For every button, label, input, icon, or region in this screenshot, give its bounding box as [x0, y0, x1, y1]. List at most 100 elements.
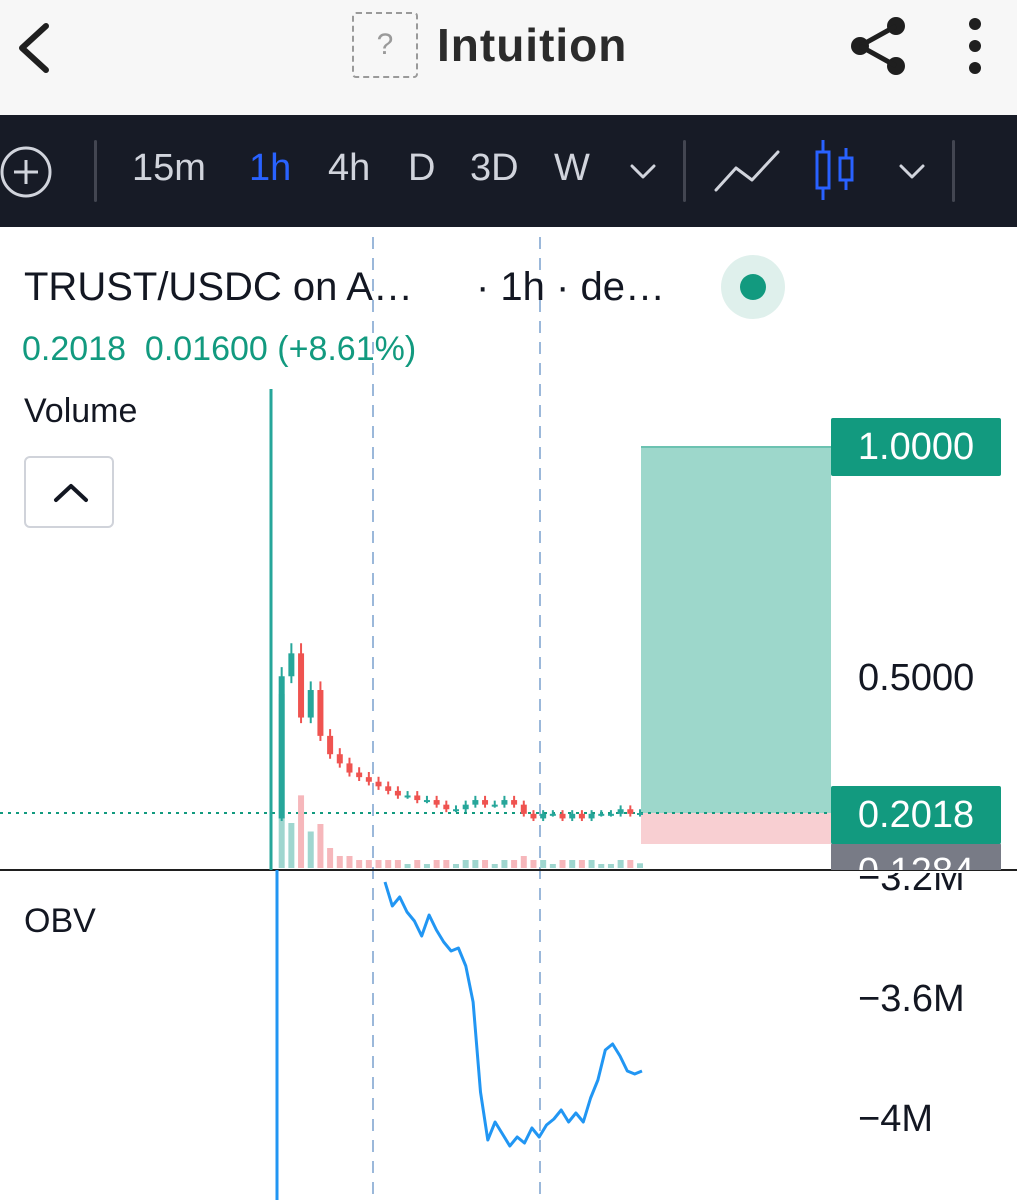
volume-bar — [317, 824, 324, 868]
volume-bar — [559, 860, 566, 868]
candle-body — [423, 800, 430, 803]
candle-body — [346, 763, 353, 773]
candle-body — [520, 804, 527, 814]
app-logo-placeholder: ? — [352, 12, 418, 78]
volume-bar — [443, 860, 450, 868]
stop-price-tag: 0.1284 — [831, 843, 1001, 870]
stop-zone — [641, 813, 831, 844]
chevron-down-icon[interactable] — [897, 160, 927, 184]
volume-bars — [278, 694, 643, 868]
collapse-legend-button[interactable] — [24, 456, 114, 528]
volume-bar — [627, 860, 634, 868]
volume-bar — [637, 863, 643, 868]
candle-body — [637, 813, 643, 815]
volume-bar — [356, 860, 363, 868]
candle-body — [414, 795, 421, 801]
status-dot — [740, 274, 766, 300]
last-price: 0.2018 — [22, 330, 126, 368]
candle-body — [549, 813, 556, 816]
more-vertical-icon[interactable] — [960, 14, 990, 78]
volume-bar — [404, 864, 411, 868]
candle-body — [627, 809, 634, 814]
toolbar-divider — [683, 140, 686, 202]
volume-bar — [375, 860, 382, 868]
interval-info: · 1h · de… — [476, 265, 665, 309]
candle-body — [578, 813, 585, 819]
candle-body — [511, 800, 518, 805]
chevron-up-icon — [54, 484, 88, 502]
candle-body — [540, 813, 547, 819]
timeframe-w[interactable]: W — [554, 147, 590, 190]
share-icon[interactable] — [848, 14, 912, 78]
app-bar: ? Intuition — [0, 0, 1017, 115]
toolbar-divider — [952, 140, 955, 202]
volume-bar — [453, 864, 459, 868]
candle-body — [433, 800, 440, 805]
candle-body — [559, 813, 566, 819]
candlestick-chart-icon[interactable] — [810, 136, 860, 204]
volume-bar — [607, 864, 614, 868]
price-quote: 0.2018 0.01600 (+8.61%) — [22, 330, 416, 369]
volume-bar — [540, 860, 547, 868]
candle-body — [598, 813, 605, 816]
candle-body — [307, 690, 314, 718]
candle-body — [394, 790, 401, 796]
volume-bar — [288, 823, 295, 868]
volume-bar — [472, 860, 479, 868]
candle-body — [385, 786, 392, 791]
obv-axis-label: −4M — [858, 1098, 933, 1140]
volume-bar — [549, 864, 556, 868]
candle-body — [453, 809, 459, 812]
timeframe-d[interactable]: D — [408, 147, 435, 190]
candle-body — [404, 795, 411, 798]
volume-bar — [511, 860, 518, 868]
candle-body — [278, 676, 285, 819]
volume-label: Volume — [24, 392, 138, 430]
price-axis-label: 0.5000 — [858, 657, 975, 699]
candle-body — [530, 813, 537, 819]
volume-bar — [346, 856, 353, 868]
candle-body — [356, 772, 363, 778]
candle-body — [617, 809, 624, 814]
candle-body — [472, 800, 479, 805]
volume-bar — [578, 860, 585, 868]
volume-bar — [365, 860, 372, 868]
candle-body — [569, 813, 576, 819]
volume-bar — [307, 831, 314, 868]
candle-body — [491, 804, 498, 807]
market-status-indicator — [721, 255, 785, 319]
volume-bar — [530, 860, 537, 868]
target-price-tag: 1.0000 — [831, 418, 1001, 476]
chevron-down-icon[interactable] — [628, 160, 658, 184]
volume-bar — [423, 864, 430, 868]
candle-body — [501, 800, 508, 805]
candle-body — [443, 804, 450, 810]
timeframe-1h[interactable]: 1h — [249, 147, 291, 190]
volume-bar — [588, 860, 595, 868]
volume-bar — [520, 856, 527, 868]
obv-series-line — [383, 881, 643, 1148]
add-indicator-icon[interactable] — [0, 144, 56, 200]
line-chart-icon[interactable] — [712, 144, 782, 200]
back-arrow-icon[interactable] — [8, 20, 58, 76]
candle-body — [365, 777, 372, 782]
timeframe-3d[interactable]: 3D — [470, 147, 519, 190]
price-change-pct: (+8.61%) — [277, 330, 417, 368]
candle-body — [336, 754, 343, 764]
candle-body — [462, 804, 469, 810]
volume-bar — [336, 856, 343, 868]
toolbar-divider — [94, 140, 97, 202]
symbol-title[interactable]: TRUST/USDC on A… — [24, 265, 413, 310]
volume-bar — [462, 860, 469, 868]
candle-body — [607, 813, 614, 816]
timeframe-4h[interactable]: 4h — [328, 147, 370, 190]
timeframe-15m[interactable]: 15m — [132, 147, 206, 190]
obv-axis-label: −3.6M — [858, 978, 965, 1020]
candle-body — [298, 653, 305, 718]
volume-bar — [501, 860, 508, 868]
page-title: Intuition — [437, 19, 628, 71]
volume-bar — [298, 795, 305, 868]
price-chart[interactable] — [0, 237, 1017, 1200]
obv-axis-label: −3.2M — [858, 873, 965, 896]
volume-bar — [394, 860, 401, 868]
